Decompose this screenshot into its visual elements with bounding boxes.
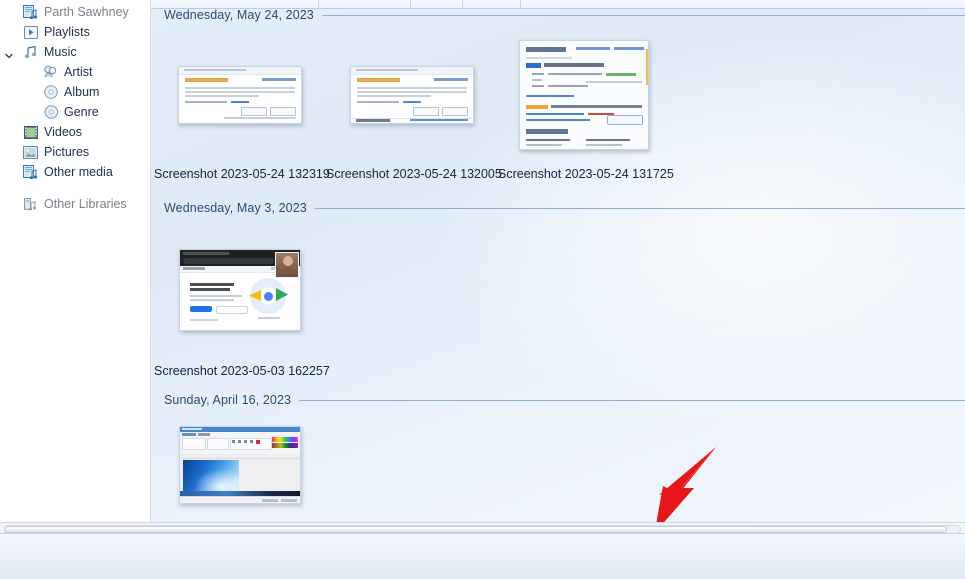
item-caption: Screenshot 2023-05-03 162257 [154, 364, 330, 378]
list-item[interactable]: Screenshot 2023-05-24 132319 [154, 25, 330, 181]
group-date-label: Wednesday, May 3, 2023 [164, 201, 307, 215]
sidebar-item-label: Genre [64, 105, 99, 119]
library-group: Wednesday, May 24, 2023 Screenshot 2023-… [151, 5, 965, 181]
item-caption: Screenshot 2023-05-24 131725 [498, 167, 674, 181]
sidebar-item-label: Album [64, 85, 100, 99]
album-disc-icon [42, 84, 59, 100]
library-group: Wednesday, May 3, 2023 Screenshot 2023-0… [151, 198, 965, 378]
playback-control-bar [0, 533, 965, 579]
sidebar-item-label: Other media [44, 165, 113, 179]
media-player-window: Parth Sawhney Playlists Music Artist Alb… [0, 0, 965, 579]
thumbnail-video-meet-page[interactable] [179, 249, 301, 331]
thumbnail-flight-ticket-page[interactable] [350, 66, 474, 124]
thumbnail-flight-ticket-page[interactable] [178, 66, 302, 124]
sidebar-item-label: Artist [64, 65, 93, 79]
group-rule [321, 14, 965, 16]
artist-icon [42, 64, 59, 80]
list-item[interactable]: Screenshot 2023-05-03 162257 [154, 218, 330, 378]
navigation-pane: Parth Sawhney Playlists Music Artist Alb… [0, 0, 151, 527]
library-group: Sunday, April 16, 2023 [151, 390, 965, 522]
library-content-pane: Wednesday, May 24, 2023 Screenshot 2023-… [151, 0, 965, 527]
group-date-header: Sunday, April 16, 2023 [151, 390, 965, 410]
sidebar-item-label: Playlists [44, 25, 90, 39]
other-media-icon [22, 4, 39, 20]
sidebar-item-album[interactable]: Album [0, 82, 150, 102]
sidebar-item-playlists[interactable]: Playlists [0, 22, 150, 42]
sidebar-item-genre[interactable]: Genre [0, 102, 150, 122]
genre-disc-icon [42, 104, 59, 120]
list-item[interactable]: Screenshot 2023-05-24 131725 [498, 25, 674, 181]
sidebar-item-artist[interactable]: Artist [0, 62, 150, 82]
item-caption: Screenshot 2023-05-24 132005 [326, 167, 502, 181]
sidebar-item-label: Music [44, 45, 77, 59]
group-date-label: Wednesday, May 24, 2023 [164, 8, 314, 22]
music-note-icon [22, 44, 39, 60]
group-rule [299, 399, 965, 401]
group-tiles [151, 410, 965, 522]
sidebar-divider-gap [0, 182, 150, 194]
sidebar-item-other-media[interactable]: Other media [0, 162, 150, 182]
sidebar-item-parth-sawhney[interactable]: Parth Sawhney [0, 2, 150, 22]
group-rule [314, 207, 965, 209]
thumbnail-paint-wallpaper[interactable] [179, 426, 301, 504]
other-libraries-icon [22, 196, 39, 212]
sidebar-item-other-libraries[interactable]: Other Libraries [0, 194, 150, 214]
list-item[interactable]: Screenshot 2023-05-24 132005 [326, 25, 502, 181]
sidebar-item-label: Videos [44, 125, 82, 139]
item-caption: Screenshot 2023-05-24 132319 [154, 167, 330, 181]
list-item[interactable] [154, 410, 326, 522]
sidebar-item-videos[interactable]: Videos [0, 122, 150, 142]
picture-icon [22, 144, 39, 160]
group-tiles: Screenshot 2023-05-03 162257 [151, 218, 965, 378]
group-tiles: Screenshot 2023-05-24 132319 Screenshot … [151, 25, 965, 181]
thumbnail-flight-details-page[interactable] [519, 40, 649, 150]
chevron-down-icon[interactable] [4, 47, 14, 59]
group-date-header: Wednesday, May 24, 2023 [151, 5, 965, 25]
sidebar-item-label: Other Libraries [44, 197, 127, 211]
playlist-icon [22, 24, 39, 40]
sidebar-item-pictures[interactable]: Pictures [0, 142, 150, 162]
group-date-header: Wednesday, May 3, 2023 [151, 198, 965, 218]
video-film-icon [22, 124, 39, 140]
group-date-label: Sunday, April 16, 2023 [164, 393, 292, 407]
other-media-icon [22, 164, 39, 180]
scrollbar-thumb[interactable] [5, 526, 947, 533]
sidebar-item-label: Pictures [44, 145, 90, 159]
sidebar-item-label: Parth Sawhney [44, 5, 129, 19]
sidebar-item-music[interactable]: Music [0, 42, 150, 62]
